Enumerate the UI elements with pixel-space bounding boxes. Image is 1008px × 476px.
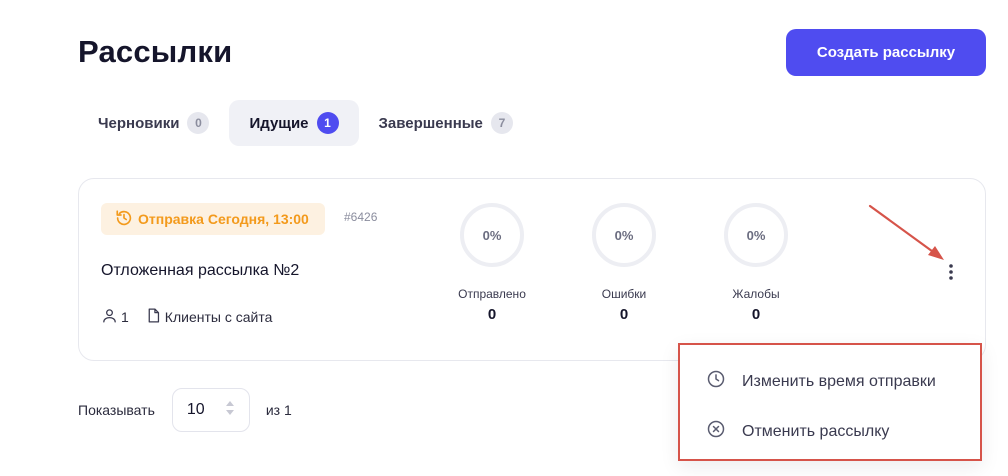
schedule-text: Отправка Сегодня, 13:00 [138,211,309,227]
annotation-arrow-icon [868,204,944,260]
stat-sent: 0% Отправлено 0 [437,203,547,323]
campaign-card[interactable]: Отправка Сегодня, 13:00 #6426 Отложенная… [78,178,986,361]
pagination: Показывать 10 из 1 [78,388,292,432]
campaign-id: #6426 [344,210,378,224]
sort-arrows-icon [225,400,235,421]
menu-item-cancel[interactable]: Отменить рассылку [706,419,889,444]
stat-value: 0 [619,306,629,323]
recipient-source: Клиенты с сайта [164,309,273,325]
schedule-badge: Отправка Сегодня, 13:00 [101,203,325,235]
page-count: из 1 [265,402,292,418]
count-badge: 1 [316,112,339,134]
document-icon [145,307,165,327]
cancel-circle-icon [706,419,726,444]
tab-label: Завершенные [378,114,483,132]
stat-label: Отправлено [458,287,526,301]
stat-value: 0 [751,306,761,323]
page-size-value: 10 [186,401,205,418]
page-size-label: Показывать [78,402,155,418]
progress-ring: 0% [460,203,524,267]
stat-errors: 0% Ошибки 0 [569,203,679,323]
progress-ring: 0% [724,203,788,267]
menu-item-label: Отменить рассылку [742,422,890,440]
tab-label: Черновики [98,114,180,132]
user-icon [101,307,121,327]
menu-item-label: Изменить время отправки [742,372,936,390]
create-campaign-button[interactable]: Создать рассылку [786,29,986,76]
context-menu: Изменить время отправки Отменить рассылк… [678,343,982,461]
tab-finished[interactable]: Завершенные 7 [359,100,533,146]
tabs: Черновики 0 Идущие 1 Завершенные 7 [78,100,533,146]
clock-icon [706,369,726,394]
campaign-meta: 1 Клиенты с сайта [101,307,272,327]
stat-label: Жалобы [732,287,780,301]
page-size-select[interactable]: 10 [171,388,250,432]
tab-label: Идущие [249,114,309,132]
menu-item-change-time[interactable]: Изменить время отправки [706,369,936,394]
tab-drafts[interactable]: Черновики 0 [78,100,229,146]
count-badge: 7 [490,112,513,134]
clock-history-icon [115,209,133,230]
recipients-count: 1 [121,309,129,325]
stat-label: Ошибки [601,287,647,301]
campaign-name[interactable]: Отложенная рассылка №2 [101,262,299,280]
count-badge: 0 [187,112,210,134]
stat-complaints: 0% Жалобы 0 [701,203,811,323]
tab-running[interactable]: Идущие 1 [229,100,359,146]
page-title: Рассылки [78,34,233,69]
progress-ring: 0% [592,203,656,267]
stat-value: 0 [487,306,497,323]
